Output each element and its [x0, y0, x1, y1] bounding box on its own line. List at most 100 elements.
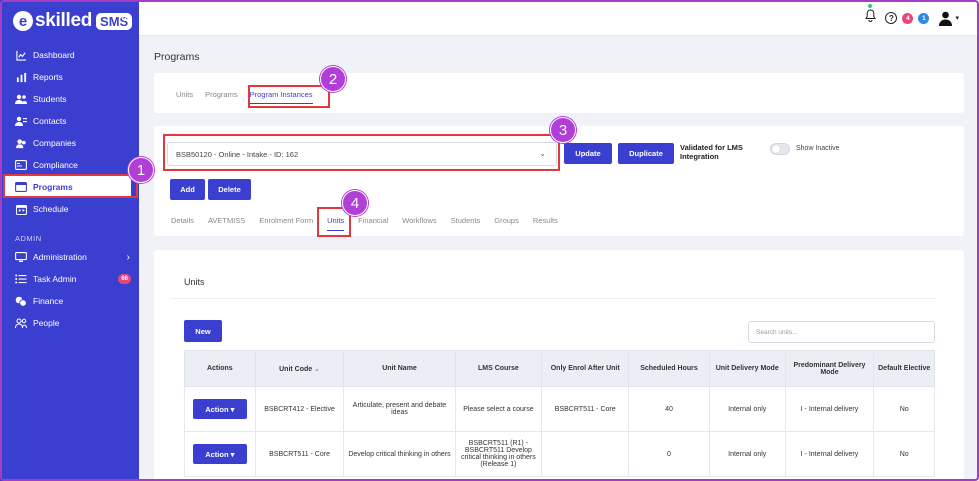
- sidebar-item-label: Dashboard: [33, 50, 75, 60]
- sidebar-item-contacts[interactable]: Contacts: [0, 110, 139, 132]
- units-section-title: Units: [184, 277, 205, 287]
- list-icon: [15, 273, 27, 285]
- chevron-down-icon: ▾: [230, 404, 235, 414]
- tab-programs[interactable]: Programs: [205, 90, 238, 104]
- sidebar-item-label: Students: [33, 94, 67, 104]
- program-instance-select[interactable]: BSB50120 - Online - Intake - ID: 162 ⌄: [167, 142, 557, 166]
- task-count-badge: 66: [118, 274, 131, 284]
- page-title: Programs: [154, 51, 200, 63]
- user-avatar-icon: [939, 11, 953, 26]
- new-unit-button[interactable]: New: [184, 320, 222, 342]
- search-units-input[interactable]: Search units...: [748, 321, 935, 343]
- cell-unit-code: BSBCRT412 - Elective: [254, 386, 345, 432]
- cell-default-elective: No: [873, 431, 935, 477]
- sidebar-item-students[interactable]: Students: [0, 88, 139, 110]
- callout-2: 2: [320, 66, 346, 92]
- logo[interactable]: e skilled SMS: [13, 9, 133, 33]
- col-unit-delivery-mode: Unit Delivery Mode: [708, 350, 786, 387]
- cell-lms-course: Please select a course: [454, 386, 543, 432]
- callout-1: 1: [128, 157, 154, 183]
- col-unit-code[interactable]: Unit Code ⌄: [254, 350, 345, 387]
- col-unit-name: Unit Name: [343, 350, 456, 387]
- alerts-count-badge[interactable]: 4: [902, 12, 914, 24]
- user-menu[interactable]: ▾: [938, 11, 959, 26]
- show-inactive-toggle[interactable]: [770, 143, 790, 155]
- sidebar-item-label: Task Admin: [33, 274, 77, 284]
- sidebar-item-people[interactable]: People: [0, 312, 139, 334]
- sidebar: e skilled SMS « Dashboard Reports Studen…: [0, 0, 139, 481]
- col-scheduled-hours: Scheduled Hours: [628, 350, 710, 387]
- tab-enrolment-form[interactable]: Enrolment Form: [259, 216, 313, 231]
- selected-instance-text: BSB50120 - Online - Intake - ID: 162: [176, 149, 299, 159]
- tab-details[interactable]: Details: [171, 216, 194, 231]
- admin-section-label: ADMIN: [15, 234, 42, 243]
- cell-delivery-mode: Internal only: [708, 386, 786, 432]
- bar-chart-icon: [15, 71, 27, 83]
- sidebar-item-schedule[interactable]: Schedule: [0, 198, 139, 220]
- cell-unit-name: Articulate, present and debate ideas: [343, 386, 456, 432]
- cell-unit-code: BSBCRT511 - Core: [254, 431, 345, 477]
- logo-text: skilled: [35, 10, 93, 31]
- sidebar-item-label: Reports: [33, 72, 63, 82]
- duplicate-button[interactable]: Duplicate: [618, 143, 674, 164]
- sidebar-item-task-admin[interactable]: Task Admin 66: [0, 268, 139, 290]
- tab-financial[interactable]: Financial: [358, 216, 388, 231]
- chevron-down-icon: ▾: [230, 449, 235, 459]
- action-label: Action: [205, 449, 229, 459]
- cell-unit-name: Develop critical thinking in others: [343, 431, 456, 477]
- tab-groups[interactable]: Groups: [494, 216, 519, 231]
- col-lms-course: LMS Course: [454, 350, 543, 387]
- delete-button[interactable]: Delete: [208, 179, 251, 200]
- cell-only-enrol-after: BSBCRT511 - Core: [541, 386, 630, 432]
- tab-results[interactable]: Results: [533, 216, 558, 231]
- cell-scheduled-hours: 0: [628, 431, 710, 477]
- messages-count-badge[interactable]: 1: [918, 12, 930, 24]
- sidebar-item-label: Administration: [33, 252, 87, 262]
- chevron-right-icon: ›: [126, 251, 130, 263]
- tab-units[interactable]: Units: [176, 90, 193, 104]
- action-label: Action: [205, 404, 229, 414]
- people-icon: [15, 317, 27, 329]
- sidebar-item-companies[interactable]: Companies: [0, 132, 139, 154]
- sidebar-item-programs[interactable]: Programs: [3, 176, 131, 198]
- topbar: ? 4 1 ▾: [139, 0, 979, 36]
- cell-lms-course: BSBCRT511 (R1) - BSBCRT511 Develop criti…: [454, 431, 543, 477]
- update-button[interactable]: Update: [564, 143, 612, 164]
- logo-mark: e: [13, 11, 33, 31]
- tab-program-instances[interactable]: Program Instances: [249, 90, 313, 104]
- tab-students[interactable]: Students: [451, 216, 481, 231]
- sidebar-item-dashboard[interactable]: Dashboard: [0, 44, 139, 66]
- notification-dot: [868, 4, 873, 8]
- show-inactive-label: Show Inactive: [796, 145, 840, 152]
- sidebar-item-label: Compliance: [33, 160, 78, 170]
- program-tabs-card: Units Programs Program Instances: [154, 73, 964, 113]
- cell-scheduled-hours: 40: [628, 386, 710, 432]
- row-action-button[interactable]: Action ▾: [192, 444, 247, 464]
- add-button[interactable]: Add: [170, 179, 205, 200]
- help-icon[interactable]: ?: [885, 12, 898, 24]
- col-actions: Actions: [184, 350, 256, 387]
- bell-icon[interactable]: [865, 4, 877, 27]
- chevron-down-icon: ▾: [955, 15, 959, 22]
- sidebar-item-reports[interactable]: Reports: [0, 66, 139, 88]
- users-icon: [15, 93, 27, 105]
- tab-workflows[interactable]: Workflows: [402, 216, 436, 231]
- chevron-down-icon: ⌄: [539, 149, 546, 158]
- row-action-button[interactable]: Action ▾: [192, 399, 247, 419]
- topbar-icons: ? 4 1 ▾: [865, 4, 959, 27]
- collapse-sidebar-icon[interactable]: «: [121, 9, 129, 25]
- sidebar-item-finance[interactable]: Finance: [0, 290, 139, 312]
- sidebar-item-label: Schedule: [33, 204, 69, 214]
- id-card-icon: [15, 159, 27, 171]
- tab-avetmiss[interactable]: AVETMISS: [208, 216, 245, 231]
- window-icon: [15, 181, 27, 193]
- sort-icon: ⌄: [314, 365, 321, 373]
- col-predominant-delivery: Predominant Delivery Mode: [784, 350, 875, 387]
- sidebar-item-label: Programs: [33, 182, 73, 192]
- main-nav: Dashboard Reports Students Contacts Comp…: [0, 44, 139, 220]
- calendar-icon: [15, 203, 27, 215]
- sidebar-item-administration[interactable]: Administration ›: [0, 246, 139, 268]
- tab-units-sub[interactable]: Units: [327, 216, 345, 231]
- col-default-elective: Default Elective: [873, 350, 935, 387]
- sidebar-item-compliance[interactable]: Compliance: [0, 154, 139, 176]
